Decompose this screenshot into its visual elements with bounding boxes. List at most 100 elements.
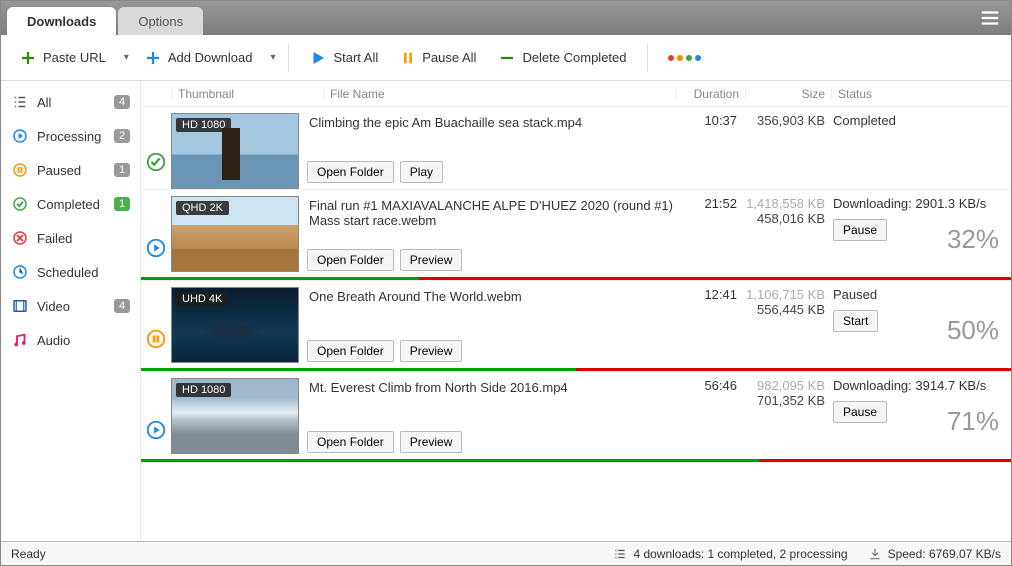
start-button[interactable]: Start (833, 310, 878, 332)
file-name: Final run #1 MAXIAVALANCHE ALPE D'HUEZ 2… (307, 196, 683, 241)
status-text: Downloading: 3914.7 KB/s (833, 378, 1003, 393)
row-status-icon (141, 196, 171, 277)
start-all-label: Start All (333, 50, 378, 65)
table-row[interactable]: QHD 2KFinal run #1 MAXIAVALANCHE ALPE D'… (141, 190, 1011, 281)
size-done: 556,445 KB (741, 302, 825, 317)
paused-icon (11, 161, 29, 179)
row-state-icon (145, 237, 167, 259)
open-folder-button[interactable]: Open Folder (307, 249, 394, 271)
open-folder-button[interactable]: Open Folder (307, 340, 394, 362)
tab-downloads[interactable]: Downloads (7, 7, 116, 35)
size-total: 982,095 KB (741, 378, 825, 393)
more-actions-button[interactable] (660, 51, 709, 65)
thumbnail[interactable]: HD 1080 (171, 378, 299, 454)
table-row[interactable]: HD 1080Mt. Everest Climb from North Side… (141, 372, 1011, 463)
sidebar-item-completed[interactable]: Completed1 (1, 187, 140, 221)
table-row[interactable]: HD 1080Climbing the epic Am Buachaille s… (141, 107, 1011, 190)
thumbnail[interactable]: QHD 2K (171, 196, 299, 272)
minus-icon (498, 49, 516, 67)
col-thumbnail[interactable]: Thumbnail (171, 87, 323, 101)
row-state-icon (145, 151, 167, 173)
video-icon (11, 297, 29, 315)
status-text: Downloading: 2901.3 KB/s (833, 196, 1003, 211)
sidebar-item-paused[interactable]: Paused1 (1, 153, 140, 187)
toolbar: Paste URL ▾ Add Download ▾ Start All Pau… (1, 35, 1011, 81)
delete-completed-label: Delete Completed (522, 50, 626, 65)
status-cell: Downloading: 3914.7 KB/s71%Pause (825, 378, 1003, 423)
scheduled-icon (11, 263, 29, 281)
duration: 10:37 (683, 113, 741, 132)
sidebar-item-label: Paused (37, 163, 81, 178)
table-row[interactable]: UHD 4KOne Breath Around The World.webm12… (141, 281, 1011, 372)
preview-button[interactable]: Preview (400, 431, 463, 453)
sidebar-item-label: All (37, 95, 51, 110)
sidebar-item-label: Failed (37, 231, 72, 246)
sidebar-item-label: Completed (37, 197, 100, 212)
quality-tag: UHD 4K (176, 292, 228, 306)
plus-icon (19, 49, 37, 67)
column-headers: Thumbnail File Name Duration Size Status (141, 81, 1011, 107)
preview-button[interactable]: Preview (400, 340, 463, 362)
open-folder-button[interactable]: Open Folder (307, 431, 394, 453)
sidebar-item-failed[interactable]: Failed (1, 221, 140, 255)
percent: 71% (947, 406, 999, 437)
tab-bar: Downloads Options (1, 1, 1011, 35)
plus-icon (144, 49, 162, 67)
sidebar-item-processing[interactable]: Processing2 (1, 119, 140, 153)
sidebar-item-label: Audio (37, 333, 70, 348)
progress-bar (141, 277, 1011, 280)
audio-icon (11, 331, 29, 349)
list-icon (11, 93, 29, 111)
row-status-icon (141, 113, 171, 189)
separator (647, 44, 648, 72)
add-download-button[interactable]: Add Download (136, 45, 261, 71)
thumbnail[interactable]: UHD 4K (171, 287, 299, 363)
preview-button[interactable]: Preview (400, 249, 463, 271)
col-filename[interactable]: File Name (323, 87, 675, 101)
status-text: Paused (833, 287, 1003, 302)
sidebar-item-scheduled[interactable]: Scheduled (1, 255, 140, 289)
list-icon: 4 downloads: 1 completed, 2 processing (613, 547, 847, 561)
start-all-button[interactable]: Start All (301, 45, 386, 71)
size: 356,903 KB (741, 113, 825, 132)
sidebar-item-label: Video (37, 299, 70, 314)
progress-done (141, 368, 576, 371)
row-status-icon (141, 378, 171, 459)
add-download-caret[interactable]: ▾ (266, 48, 276, 67)
size-done: 458,016 KB (741, 211, 825, 226)
pause-all-label: Pause All (422, 50, 476, 65)
open-folder-button[interactable]: Open Folder (307, 161, 394, 183)
paste-url-caret[interactable]: ▾ (120, 48, 130, 67)
progress-done (141, 277, 419, 280)
delete-completed-button[interactable]: Delete Completed (490, 45, 634, 71)
pause-button[interactable]: Pause (833, 219, 887, 241)
size: 1,418,558 KB458,016 KB (741, 196, 825, 241)
col-status[interactable]: Status (831, 87, 1011, 101)
sidebar-item-all[interactable]: All4 (1, 85, 140, 119)
paste-url-button[interactable]: Paste URL (11, 45, 114, 71)
pause-icon (400, 49, 416, 67)
row-state-icon (145, 328, 167, 350)
pause-all-button[interactable]: Pause All (392, 45, 484, 71)
size: 1,106,715 KB556,445 KB (741, 287, 825, 332)
play-button[interactable]: Play (400, 161, 443, 183)
sidebar-item-label: Scheduled (37, 265, 98, 280)
sidebar-item-audio[interactable]: Audio (1, 323, 140, 357)
menu-icon[interactable] (975, 6, 1005, 30)
col-duration[interactable]: Duration (675, 87, 745, 101)
separator (288, 44, 289, 72)
sidebar-item-video[interactable]: Video4 (1, 289, 140, 323)
thumbnail[interactable]: HD 1080 (171, 113, 299, 189)
pause-button[interactable]: Pause (833, 401, 887, 423)
size-total: 1,418,558 KB (741, 196, 825, 211)
duration: 56:46 (683, 378, 741, 423)
row-status-icon (141, 287, 171, 368)
download-icon: Speed: 6769.07 KB/s (868, 547, 1001, 561)
file-name: Mt. Everest Climb from North Side 2016.m… (307, 378, 683, 423)
add-download-label: Add Download (168, 50, 253, 65)
tab-options[interactable]: Options (118, 7, 203, 35)
processing-icon (11, 127, 29, 145)
col-size[interactable]: Size (745, 87, 831, 101)
status-text: Completed (833, 113, 1003, 128)
failed-icon (11, 229, 29, 247)
